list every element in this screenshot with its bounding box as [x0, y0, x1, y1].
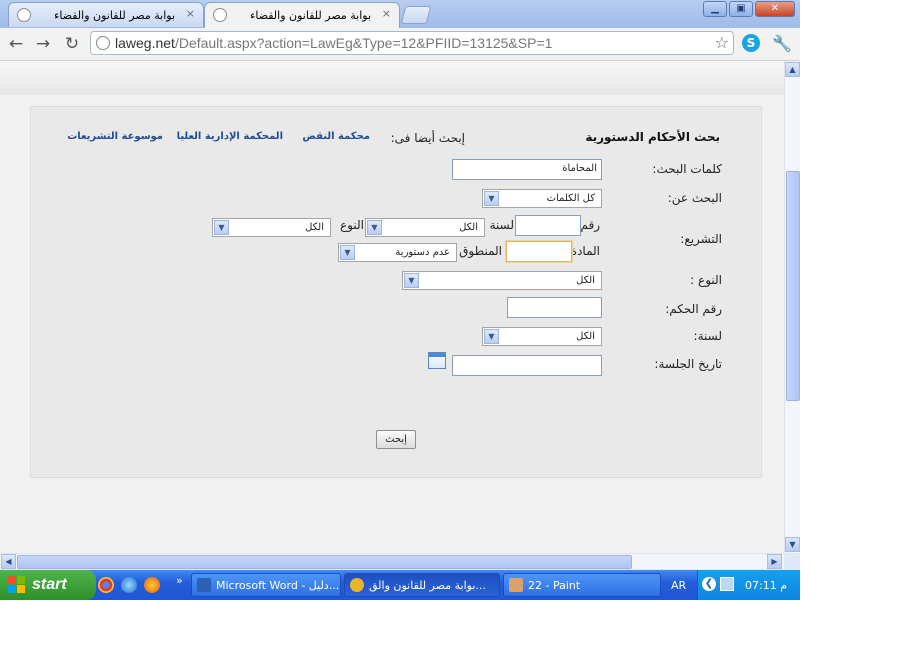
task-label: 22 - Paint [528, 579, 581, 592]
article-input[interactable] [506, 241, 572, 262]
globe-icon [96, 36, 110, 50]
article-label: المادة [570, 244, 600, 258]
globe-icon [213, 8, 227, 22]
ie-icon[interactable] [121, 577, 137, 593]
maximize-button[interactable]: ▣ [729, 1, 753, 17]
link-legislation-encyclopedia[interactable]: موسوعة التشريعات [67, 131, 163, 142]
paint-icon [509, 578, 523, 592]
search-for-label: البحث عن: [667, 191, 722, 205]
start-button[interactable]: start [0, 570, 96, 600]
url-path: /Default.aspx?action=LawEg&Type=12&PFIID… [174, 35, 553, 51]
scroll-left-icon[interactable]: ◀ [1, 554, 16, 569]
ruling-year-select[interactable]: الكل ▼ [482, 327, 602, 346]
task-chrome[interactable]: بوابة مصر للقانون والق... [344, 573, 500, 597]
skype-icon[interactable]: S [742, 34, 760, 52]
globe-icon [17, 8, 31, 22]
network-icon[interactable] [720, 577, 734, 591]
year-label: لسنة [489, 218, 514, 232]
firefox-icon[interactable] [144, 577, 160, 593]
calendar-icon[interactable] [428, 352, 446, 369]
new-tab-button[interactable] [400, 6, 432, 24]
url-text[interactable]: laweg.net/Default.aspx?action=LawEg&Type… [115, 35, 552, 51]
chrome-icon [350, 578, 364, 592]
scroll-down-icon[interactable]: ▼ [785, 537, 800, 552]
windows-logo-icon [8, 576, 26, 594]
tab-active[interactable]: بوابة مصر للقانون والقضاء × [204, 2, 400, 28]
verdict-select[interactable]: عدم دستورية ▼ [338, 243, 457, 262]
chevron-down-icon: ▼ [404, 273, 419, 288]
page-content: بحث الأحكام الدستورية إبحث أيضا فى: محكم… [0, 61, 784, 553]
ruling-year-value: الكل [576, 331, 595, 342]
number-label: رقم [580, 218, 600, 232]
search-button[interactable]: إبحث [376, 430, 416, 449]
address-bar[interactable]: laweg.net/Default.aspx?action=LawEg&Type… [90, 31, 734, 55]
legislation-type-select[interactable]: الكل ▼ [212, 218, 331, 237]
tab-title: بوابة مصر للقانون والقضاء [250, 9, 371, 22]
clock: 07:11 م [745, 579, 788, 592]
also-search-label: إبحث أيضا فى: [390, 131, 465, 145]
task-label: بوابة مصر للقانون والق... [369, 579, 486, 592]
tab-inactive[interactable]: بوابة مصر للقانون والقضاء × [8, 2, 204, 27]
search-for-select[interactable]: كل الكلمات ▼ [482, 189, 602, 208]
tab-title: بوابة مصر للقانون والقضاء [54, 9, 175, 22]
type-label: النوع [340, 218, 364, 232]
chevron-down-icon: ▼ [484, 191, 499, 206]
search-for-value: كل الكلمات [546, 193, 595, 204]
keywords-input[interactable]: المحاماة [452, 159, 602, 180]
legislation-year-select[interactable]: الكل ▼ [365, 218, 485, 237]
back-icon[interactable]: ← [5, 33, 27, 55]
vertical-scroll-thumb[interactable] [786, 171, 800, 401]
taskbar: start » Microsoft Word - دليل... بوابة م… [0, 570, 800, 600]
form-title: بحث الأحكام الدستورية [585, 130, 720, 144]
link-cassation-court[interactable]: محكمة النقض [302, 131, 370, 142]
horizontal-scroll-thumb[interactable] [17, 555, 632, 569]
tab-close-icon[interactable]: × [186, 7, 195, 20]
ruling-year-label: لسنة: [693, 329, 722, 343]
session-date-input[interactable] [452, 355, 602, 376]
start-label: start [32, 576, 67, 593]
quicklaunch-chevron-icon[interactable]: » [176, 574, 183, 587]
ruling-number-input[interactable] [507, 297, 602, 318]
scroll-right-icon[interactable]: ▶ [767, 554, 782, 569]
browser-window: بوابة مصر للقانون والقضاء × بوابة مصر لل… [0, 0, 800, 600]
chevron-down-icon: ▼ [484, 329, 499, 344]
year-value: الكل [459, 222, 478, 233]
word-icon [197, 578, 211, 592]
reload-icon[interactable]: ↻ [61, 33, 83, 55]
chrome-icon[interactable] [98, 577, 114, 593]
session-date-label: تاريخ الجلسة: [654, 357, 722, 371]
task-word[interactable]: Microsoft Word - دليل... [191, 573, 341, 597]
legislation-label: التشريع: [680, 232, 722, 246]
chevron-down-icon: ▼ [340, 245, 355, 260]
scroll-up-icon[interactable]: ▲ [785, 62, 800, 77]
vertical-scrollbar[interactable]: ▲ ▼ [784, 61, 800, 553]
legislation-number-input[interactable] [515, 215, 581, 236]
ruling-number-label: رقم الحكم: [665, 302, 722, 316]
verdict-label: المنطوق [459, 244, 502, 258]
type-value: الكل [305, 222, 324, 233]
forward-icon[interactable]: → [32, 33, 54, 55]
top-strip [0, 61, 784, 95]
tray-expand-icon[interactable]: ❮ [702, 577, 716, 591]
verdict-value: عدم دستورية [395, 247, 450, 258]
chevron-down-icon: ▼ [367, 220, 382, 235]
kind-select[interactable]: الكل ▼ [402, 271, 602, 290]
task-label: Microsoft Word - دليل... [216, 579, 340, 592]
horizontal-scrollbar[interactable]: ◀ ▶ [0, 553, 784, 569]
tab-close-icon[interactable]: × [382, 7, 391, 20]
browser-toolbar: ← → ↻ laweg.net/Default.aspx?action=LawE… [0, 28, 800, 61]
minimize-button[interactable]: ▁ [703, 1, 727, 17]
kind-label: النوع : [690, 273, 722, 287]
kind-value: الكل [576, 275, 595, 286]
chevron-down-icon: ▼ [214, 220, 229, 235]
language-indicator[interactable]: AR [671, 579, 686, 592]
task-paint[interactable]: 22 - Paint [503, 573, 661, 597]
star-icon[interactable]: ☆ [715, 33, 729, 52]
url-host: laweg.net [115, 35, 175, 51]
link-admin-court[interactable]: المحكمة الإدارية العليا [177, 131, 283, 142]
close-window-button[interactable]: ✕ [755, 1, 795, 17]
keywords-label: كلمات البحث: [652, 162, 722, 176]
wrench-icon[interactable]: 🔧 [772, 34, 792, 53]
title-bar: بوابة مصر للقانون والقضاء × بوابة مصر لل… [0, 0, 800, 28]
